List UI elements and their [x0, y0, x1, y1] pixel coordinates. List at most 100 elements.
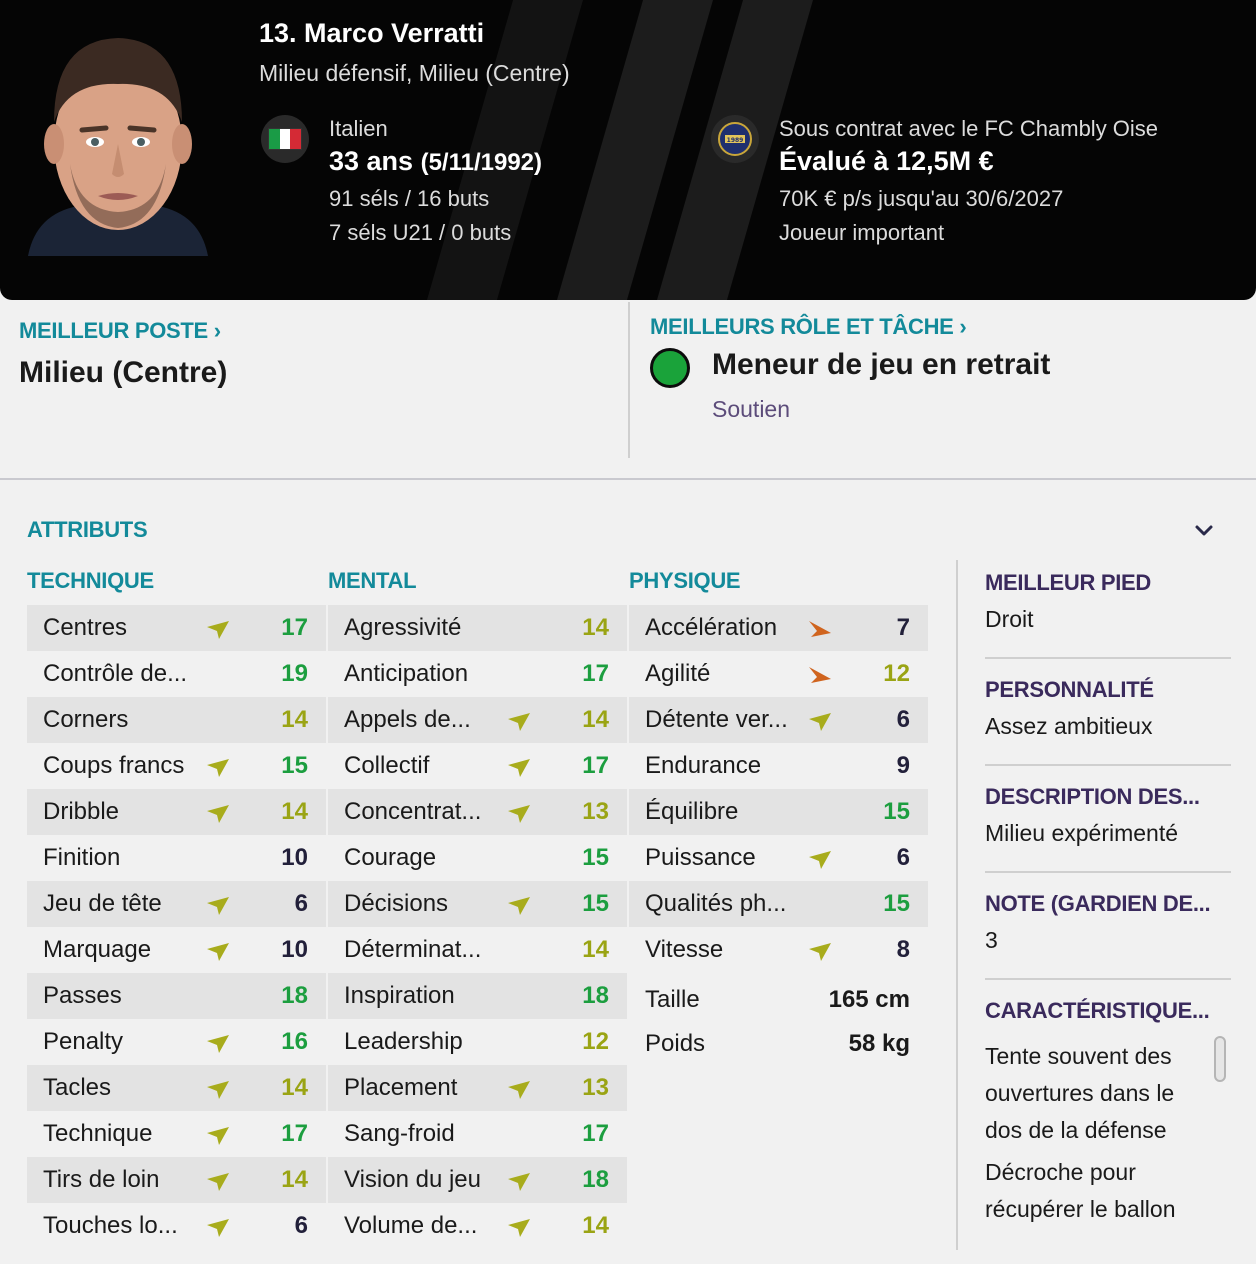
attribute-value: 15: [883, 890, 910, 917]
attribute-name: Vitesse: [645, 936, 724, 963]
best-role-link[interactable]: MEILLEURS RÔLE ET TÂCHE ›: [650, 314, 967, 340]
attribute-row[interactable]: Décisions 15: [328, 881, 627, 927]
attribute-row[interactable]: Centres 17: [27, 605, 326, 651]
attribute-name: Centres: [43, 614, 128, 641]
trend-up-arrow-icon: [506, 1169, 532, 1193]
attribute-row[interactable]: Marquage 10: [27, 927, 326, 973]
attribute-row[interactable]: Tirs de loin 14: [27, 1157, 326, 1203]
chevron-down-icon[interactable]: [1192, 518, 1216, 542]
attribute-row[interactable]: Technique 17: [27, 1111, 326, 1157]
attribute-value: 12: [883, 660, 910, 687]
attribute-row[interactable]: Vitesse 8: [629, 927, 928, 973]
attribute-row[interactable]: Inspiration 18: [328, 973, 627, 1019]
attribute-name: Finition: [43, 844, 121, 871]
divider: [985, 764, 1231, 766]
player-wage: 70K € p/s jusqu'au 30/6/2027: [779, 186, 1064, 211]
attribute-row[interactable]: Vision du jeu 18: [328, 1157, 627, 1203]
attribute-row[interactable]: Puissance 6: [629, 835, 928, 881]
club-crest-icon[interactable]: 1989: [711, 115, 759, 163]
attribute-name: Décisions: [344, 890, 449, 917]
attribute-row[interactable]: Déterminat... 14: [328, 927, 627, 973]
attribute-value: 15: [281, 752, 308, 779]
role-name: Meneur de jeu en retrait: [712, 348, 1051, 381]
attribute-value: 6: [294, 1212, 308, 1239]
traits-section: CARACTÉRISTIQUE...: [985, 998, 1231, 1024]
technical-attributes: Centres 17 Contrôle de... 19 Corners 14 Coups …: [27, 605, 326, 1249]
technical-title: TECHNIQUE: [27, 568, 154, 593]
traits-title: CARACTÉRISTIQUE...: [985, 998, 1210, 1023]
attribute-value: 8: [896, 936, 910, 963]
attribute-value: 13: [582, 1074, 609, 1101]
attribute-row[interactable]: Collectif 17: [328, 743, 627, 789]
attribute-row[interactable]: Passes 18: [27, 973, 326, 1019]
attribute-row[interactable]: Placement 13: [328, 1065, 627, 1111]
attribute-name: Vision du jeu: [344, 1166, 481, 1193]
attribute-row[interactable]: Dribble 14: [27, 789, 326, 835]
best-position-link[interactable]: MEILLEUR POSTE ›: [19, 318, 221, 344]
attribute-row[interactable]: Accélération 7: [629, 605, 928, 651]
attribute-value: 10: [281, 844, 308, 871]
nationality: Italien: [329, 116, 388, 141]
trend-down-arrow-icon: [807, 663, 833, 687]
attribute-name: Marquage: [43, 936, 152, 963]
divider: [628, 302, 630, 458]
nation-flag-icon[interactable]: [261, 115, 309, 163]
player-header: 13. Marco Verratti Milieu défensif, Mili…: [0, 0, 1256, 300]
height-value: 165 cm: [828, 986, 910, 1013]
squad-status: Joueur important: [779, 220, 945, 245]
trend-down-arrow-icon: [807, 617, 833, 641]
attribute-row[interactable]: Sang-froid 17: [328, 1111, 627, 1157]
attribute-row[interactable]: Tacles 14: [27, 1065, 326, 1111]
attribute-name: Tirs de loin: [43, 1166, 160, 1193]
attribute-name: Agilité: [645, 660, 711, 687]
attribute-row[interactable]: Équilibre 15: [629, 789, 928, 835]
attribute-row[interactable]: Détente ver... 6: [629, 697, 928, 743]
personality-value: Assez ambitieux: [985, 713, 1153, 739]
attribute-name: Leadership: [344, 1028, 463, 1055]
attribute-row[interactable]: Agilité 12: [629, 651, 928, 697]
attribute-row[interactable]: Contrôle de... 19: [27, 651, 326, 697]
attribute-value: 18: [582, 1166, 609, 1193]
attribute-row[interactable]: Appels de... 14: [328, 697, 627, 743]
trend-up-arrow-icon: [506, 1077, 532, 1101]
attribute-value: 13: [582, 798, 609, 825]
attribute-row[interactable]: Volume de... 14: [328, 1203, 627, 1249]
attribute-row[interactable]: Corners 14: [27, 697, 326, 743]
attribute-row[interactable]: Leadership 12: [328, 1019, 627, 1065]
attribute-name: Tacles: [43, 1074, 112, 1101]
attribute-row[interactable]: Agressivité 14: [328, 605, 627, 651]
trend-up-arrow-icon: [205, 755, 231, 779]
attribute-row[interactable]: Jeu de tête 6: [27, 881, 326, 927]
traits-list[interactable]: Tente souvent des ouvertures dans le dos…: [985, 1038, 1211, 1248]
trend-up-arrow-icon: [205, 893, 231, 917]
contract-club[interactable]: Sous contrat avec le FC Chambly Oise: [779, 116, 1239, 146]
attribute-value: 17: [582, 752, 609, 779]
attribute-row[interactable]: Courage 15: [328, 835, 627, 881]
trend-up-arrow-icon: [506, 755, 532, 779]
player-positions: Milieu défensif, Milieu (Centre): [259, 60, 570, 86]
attribute-row[interactable]: Touches lo... 6: [27, 1203, 326, 1249]
traits-scrollbar[interactable]: [1214, 1036, 1226, 1082]
attribute-row[interactable]: Concentrat... 13: [328, 789, 627, 835]
attribute-row[interactable]: Finition 10: [27, 835, 326, 881]
player-name: 13. Marco Verratti: [259, 18, 485, 48]
senior-caps: 91 séls / 16 buts: [329, 186, 490, 211]
goalkeeper-rating-value: 3: [985, 927, 998, 953]
attribute-row[interactable]: Penalty 16: [27, 1019, 326, 1065]
attribute-value: 15: [883, 798, 910, 825]
attribute-row[interactable]: Qualités ph... 15: [629, 881, 928, 927]
trend-up-arrow-icon: [506, 1215, 532, 1239]
player-photo: [28, 38, 208, 256]
attribute-row[interactable]: Anticipation 17: [328, 651, 627, 697]
attribute-row[interactable]: Coups francs 15: [27, 743, 326, 789]
attribute-value: 15: [582, 890, 609, 917]
mental-title: MENTAL: [328, 568, 417, 593]
attribute-value: 14: [281, 1166, 308, 1193]
attribute-value: 14: [281, 706, 308, 733]
attribute-row[interactable]: Endurance 9: [629, 743, 928, 789]
goalkeeper-rating-section: NOTE (GARDIEN DE... 3: [985, 891, 1231, 954]
attribute-name: Collectif: [344, 752, 430, 779]
trait-item: Décroche pour récupérer le ballon: [985, 1159, 1176, 1222]
trait-item: Tente souvent des ouvertures dans le dos…: [985, 1043, 1175, 1143]
attribute-name: Placement: [344, 1074, 458, 1101]
